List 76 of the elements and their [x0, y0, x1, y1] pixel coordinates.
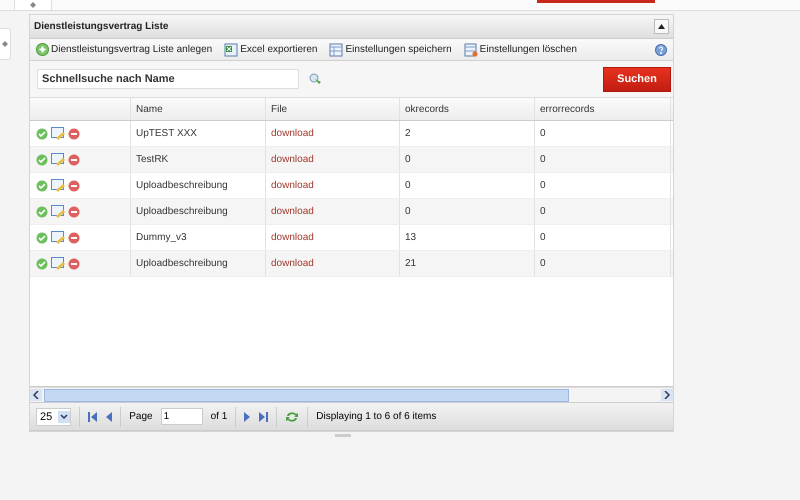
help-icon[interactable]	[655, 44, 667, 56]
collapse-button[interactable]	[654, 19, 669, 34]
page-field[interactable]: 1	[160, 408, 203, 425]
approve-icon[interactable]	[36, 258, 48, 270]
edit-icon[interactable]	[51, 179, 65, 192]
download-link[interactable]: download	[271, 232, 314, 243]
toolbar-button[interactable]: Dienstleistungsvertrag Liste anlegen	[36, 43, 212, 56]
table-cell: Uploadbeschreibung	[131, 251, 266, 276]
column-header[interactable]: okrecords	[400, 98, 535, 120]
edit-icon[interactable]	[51, 205, 65, 218]
table-cell: 0	[400, 199, 535, 224]
delete-icon[interactable]	[68, 258, 80, 270]
next-page-icon[interactable]	[244, 412, 250, 422]
table-cell: 13	[400, 225, 535, 250]
search-button[interactable]: Suchen	[603, 66, 671, 92]
spreadsheet-icon	[224, 42, 238, 56]
column-header[interactable]: File	[266, 98, 400, 120]
delete-icon[interactable]	[68, 154, 80, 166]
delete-icon[interactable]	[68, 232, 80, 244]
paging-status: Displaying 1 to 6 of 6 items	[316, 411, 436, 422]
table-cell: Uploadbeschreibung	[131, 199, 266, 224]
horizontal-scrollbar[interactable]	[30, 387, 673, 403]
table-cell: 0	[400, 147, 535, 172]
table-cell: 0	[535, 251, 671, 276]
last-page-icon[interactable]	[258, 412, 268, 422]
add-icon	[36, 43, 49, 56]
column-header[interactable]: Name	[131, 98, 266, 120]
edit-icon[interactable]	[51, 153, 65, 166]
table-icon	[329, 42, 344, 56]
scroll-left-icon[interactable]	[33, 391, 39, 399]
search-go-icon[interactable]	[309, 73, 322, 85]
table-cell: 0	[535, 199, 671, 224]
approve-icon[interactable]	[36, 206, 48, 218]
table-cell: 0	[535, 121, 671, 146]
first-page-icon[interactable]	[88, 412, 98, 422]
download-link[interactable]: download	[271, 258, 314, 269]
approve-icon[interactable]	[36, 232, 48, 244]
pin-icon[interactable]	[30, 2, 36, 8]
previous-page-icon[interactable]	[106, 412, 112, 422]
page-count: of 1	[210, 411, 228, 422]
search-field[interactable]: Schnellsuche nach Name	[37, 69, 299, 89]
table-cell: 21	[400, 251, 535, 276]
caret-up-icon	[658, 24, 665, 29]
approve-icon[interactable]	[36, 180, 48, 192]
edit-icon[interactable]	[51, 231, 65, 244]
approve-icon[interactable]	[36, 154, 48, 166]
table-cell: 2	[400, 121, 535, 146]
pin-icon[interactable]	[2, 41, 8, 47]
table-cell: 0	[400, 173, 535, 198]
table-delete-icon	[464, 42, 478, 56]
table-cell: UpTEST XXX	[131, 121, 266, 146]
edit-icon[interactable]	[51, 257, 65, 270]
page-size-select[interactable]: 25	[36, 408, 72, 426]
page-label: Page	[129, 411, 153, 422]
edit-icon[interactable]	[51, 127, 65, 140]
table-cell: Uploadbeschreibung	[131, 173, 266, 198]
download-link[interactable]: download	[271, 128, 314, 139]
delete-icon[interactable]	[68, 180, 80, 192]
scroll-right-icon[interactable]	[664, 391, 670, 399]
table-cell: 0	[535, 173, 671, 198]
table-cell: 0	[535, 147, 671, 172]
download-link[interactable]: download	[271, 154, 314, 165]
download-link[interactable]: download	[271, 180, 314, 191]
download-link[interactable]: download	[271, 206, 314, 217]
table-cell: TestRK	[131, 147, 266, 172]
delete-icon[interactable]	[68, 128, 80, 140]
refresh-icon[interactable]	[285, 410, 300, 422]
toolbar-button[interactable]: Einstellungen löschen	[464, 42, 577, 56]
table-cell: Dummy_v3	[131, 225, 266, 250]
toolbar-button[interactable]: Einstellungen speichern	[329, 42, 452, 56]
column-header[interactable]: errorrecords	[535, 98, 671, 120]
toolbar-button[interactable]: Excel exportieren	[224, 42, 318, 56]
table-cell: 0	[535, 225, 671, 250]
panel-title: Dienstleistungsvertrag Liste	[34, 21, 168, 32]
approve-icon[interactable]	[36, 128, 48, 140]
delete-icon[interactable]	[68, 206, 80, 218]
